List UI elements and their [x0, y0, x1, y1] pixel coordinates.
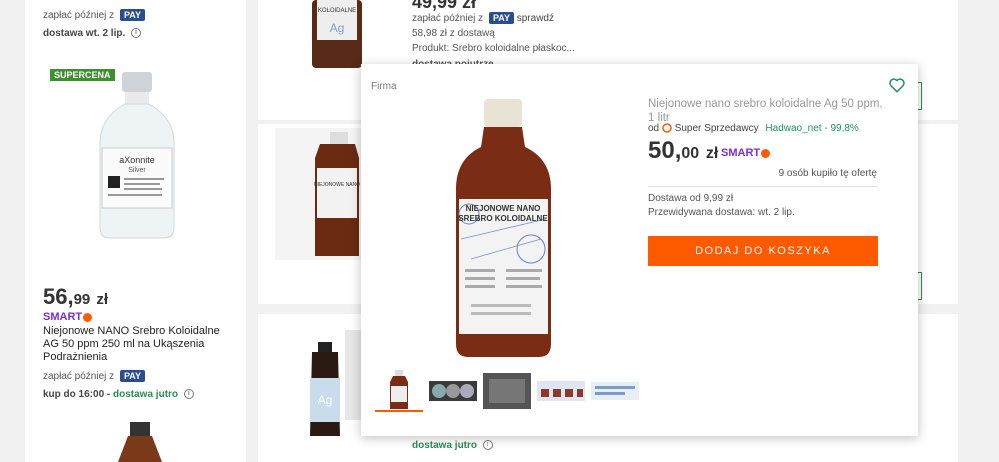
product-image-partial[interactable] — [110, 420, 170, 462]
thumbnail-info-image — [591, 382, 639, 400]
bottle-label-line1: NIEJONOWE NANO — [466, 204, 541, 213]
price-with-delivery: 58,98 zł z dostawą — [412, 28, 495, 39]
partial-button-1[interactable] — [918, 82, 922, 110]
thumbnail-2[interactable] — [429, 370, 477, 412]
pay-badge: PAY — [488, 12, 514, 24]
product-title[interactable]: Niejonowe nano srebro koloidalne Ag 50 p… — [648, 97, 888, 125]
thumbnail-5[interactable] — [591, 370, 639, 412]
info-icon[interactable]: i — [482, 440, 493, 451]
seller-row: od Super Sprzedawcy Hadwao_net - 99,8% — [648, 123, 859, 134]
product-image-mid-1[interactable]: KOLOIDALNE Ag — [297, 0, 367, 70]
popup-price: 50,00 zł — [648, 137, 718, 165]
heart-icon[interactable] — [888, 76, 906, 94]
product-preview-popup: Firma NIEJONOWE NANO SREBRO KOLOIDALNE N… — [361, 64, 918, 436]
product-title-left[interactable]: Niejonowe NANO Srebro Koloidalne AG 50 p… — [43, 325, 233, 364]
price-cents: 00 — [681, 145, 700, 162]
pay-later-text: zapłać później z — [43, 10, 115, 21]
thumbnail-strip — [375, 370, 639, 416]
super-seller-label: Super Sprzedawcy — [674, 123, 759, 134]
pay-later-row-mid: zapłać później z PAY sprawdź — [412, 12, 554, 24]
svg-text:Silver: Silver — [128, 167, 146, 174]
smart-badge-popup: SMART — [721, 147, 771, 159]
seller-type-label: Firma — [371, 81, 397, 92]
pay-later-row-2: zapłać później z PAY — [43, 370, 145, 382]
info-icon[interactable]: i — [183, 389, 194, 400]
thumbnail-3[interactable] — [483, 370, 531, 412]
super-seller-icon — [662, 123, 672, 134]
price-main: 56, — [43, 284, 74, 309]
thumbnail-1[interactable] — [375, 370, 423, 412]
smart-icon — [83, 312, 93, 322]
delivery-cost: Dostawa od 9,99 zł — [648, 193, 734, 204]
seller-name-link[interactable]: Hadwao_net - 99,8% — [765, 123, 858, 134]
delivery-row-mid-3: dostawa jutro i — [412, 440, 493, 451]
price-currency: zł — [96, 291, 109, 308]
info-icon[interactable]: i — [131, 28, 142, 39]
delivery-highlight: dostawa jutro — [113, 389, 179, 400]
pay-badge: PAY — [119, 9, 145, 21]
product-image-250ml[interactable]: aXonnite Silver — [92, 68, 182, 240]
price-left: 56,99 zł — [43, 284, 108, 310]
purchase-count: 9 osób kupiło tę ofertę — [778, 168, 877, 179]
product-variant: Produkt: Srebro koloidalne płaskoc... — [412, 43, 575, 54]
check-link[interactable]: sprawdź — [517, 13, 554, 24]
delivery-row: dostawa wt. 2 lip. i — [43, 28, 142, 39]
product-main-image[interactable]: NIEJONOWE NANO SREBRO KOLOIDALNE — [451, 99, 556, 359]
svg-text:aXonnite: aXonnite — [119, 155, 155, 165]
partial-button-2[interactable] — [918, 272, 922, 300]
thumbnail-4[interactable] — [537, 370, 585, 412]
delivery-prefix: kup do 16:00 - — [43, 389, 114, 400]
thumbnail-microscope-image — [429, 381, 477, 401]
pay-later-text: zapłać później z — [412, 13, 484, 24]
thumbnail-chart-image — [537, 381, 585, 401]
delivery-text: dostawa jutro — [412, 440, 478, 451]
pay-badge: PAY — [119, 370, 145, 382]
smart-text: SMART — [721, 147, 761, 159]
svg-text:Ag: Ag — [330, 21, 345, 35]
bottle-label-line2: SREBRO KOLOIDALNE — [458, 214, 548, 223]
product-image-mid-2[interactable]: NIEJONOWE NANO — [275, 128, 365, 260]
seller-prefix: od — [648, 123, 660, 134]
smart-text: SMART — [43, 311, 83, 323]
price-currency: zł — [705, 145, 719, 162]
svg-text:NIEJONOWE NANO: NIEJONOWE NANO — [314, 182, 360, 188]
smart-badge-left: SMART — [43, 311, 93, 323]
divider — [648, 186, 878, 187]
delivery-row-2: kup do 16:00 - dostawa jutro i — [43, 389, 194, 400]
svg-text:Ag: Ag — [318, 393, 333, 407]
svg-text:KOLOIDALNE: KOLOIDALNE — [318, 8, 356, 14]
delivery-estimate: Przewidywana dostawa: wt. 2 lip. — [648, 207, 795, 218]
delivery-text: dostawa wt. 2 lip. — [43, 28, 126, 39]
add-to-cart-button[interactable]: DODAJ DO KOSZYKA — [648, 236, 878, 266]
thumbnail-micro-image — [483, 373, 531, 409]
price-main: 50, — [648, 137, 682, 164]
smart-icon — [761, 148, 771, 158]
pay-later-row: zapłać później z PAY — [43, 9, 145, 21]
pay-later-text: zapłać później z — [43, 371, 115, 382]
price-cents: 99 — [73, 291, 91, 308]
thumbnail-bottle-image — [390, 370, 408, 409]
